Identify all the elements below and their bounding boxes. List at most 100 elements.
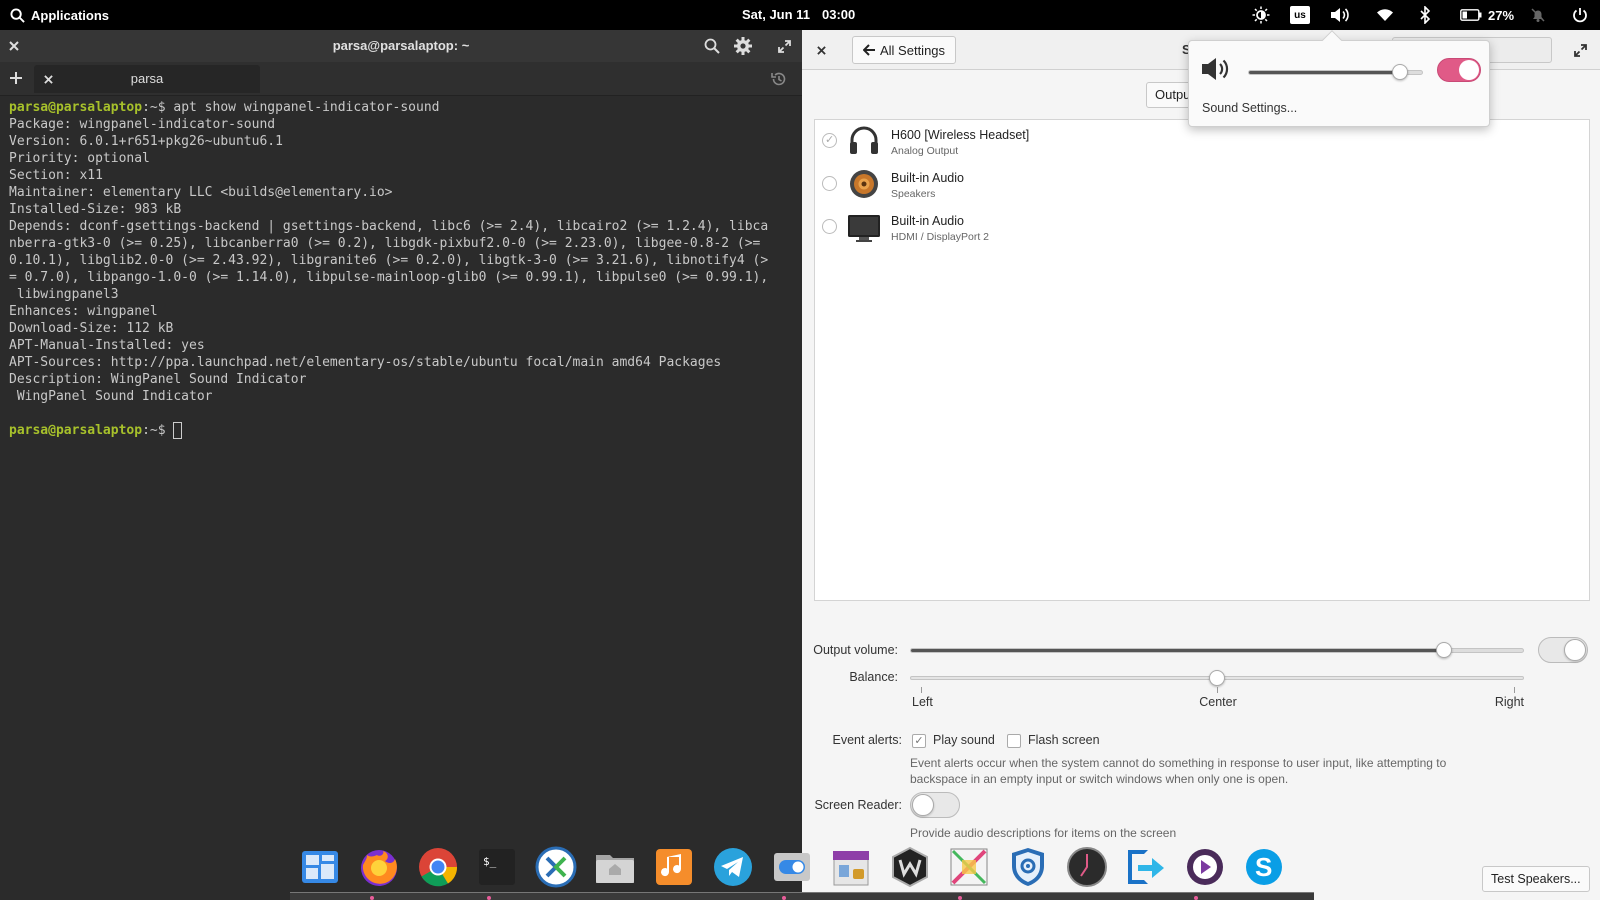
panel-date[interactable]: Sat, Jun 11 (742, 0, 810, 30)
wingpanel-icon[interactable] (886, 843, 933, 890)
output-line: Section: x11 (9, 168, 103, 183)
output-line: = 0.7.0), libpango-1.0-0 (>= 1.14.0), li… (9, 270, 769, 285)
all-settings-label: All Settings (880, 42, 946, 58)
search-icon (10, 7, 25, 23)
output-mute-switch[interactable] (1538, 637, 1588, 663)
terminal-output[interactable]: parsa@parsalaptop :~$ apt show wingpanel-… (9, 99, 768, 439)
sound-indicator-popover: Sound Settings... (1188, 30, 1490, 127)
dock-background (290, 892, 1314, 900)
clock-icon[interactable] (1063, 843, 1110, 890)
output-line: 0.10.1), libglib2.0-0 (>= 2.43.92), libg… (9, 253, 769, 268)
command-text: apt show wingpanel-indicator-sound (173, 100, 440, 115)
search-icon[interactable] (703, 37, 721, 55)
files-icon[interactable] (591, 843, 638, 890)
play-sound-label[interactable]: Play sound (933, 733, 995, 747)
multitasking-view-icon[interactable] (296, 843, 343, 890)
panel-time[interactable]: 03:00 (822, 0, 855, 30)
svg-text:S: S (1255, 852, 1272, 882)
play-sound-checkbox[interactable]: ✓ (912, 734, 926, 748)
device-description: Analog Output (891, 145, 959, 157)
battery-indicator[interactable]: 27% (1455, 0, 1519, 30)
svg-text:$_: $_ (483, 855, 497, 868)
balance-handle[interactable] (1209, 670, 1225, 686)
device-radio[interactable] (822, 133, 837, 148)
security-icon[interactable] (1004, 843, 1051, 890)
screen-reader-switch[interactable] (910, 792, 960, 818)
event-alerts-description: Event alerts occur when the system canno… (910, 756, 1447, 786)
appcenter-icon[interactable] (827, 843, 874, 890)
volume-icon[interactable] (1327, 0, 1353, 30)
dock-running-indicator (487, 896, 491, 900)
volume-high-icon[interactable] (1199, 54, 1233, 84)
output-line: nberra-gtk3-0 (>= 0.25), libcanberra0 (>… (9, 236, 761, 251)
output-volume-slider[interactable] (910, 648, 1524, 653)
flash-screen-label[interactable]: Flash screen (1028, 733, 1100, 747)
device-row[interactable]: Built-in Audio HDMI / DisplayPort 2 (815, 206, 1589, 249)
music-icon[interactable] (650, 843, 697, 890)
prompt-user: parsa@parsalaptop (9, 100, 143, 115)
switch-knob (1459, 60, 1479, 80)
output-line: Installed-Size: 983 kB (9, 202, 182, 217)
switch-knob (1564, 639, 1586, 661)
device-radio[interactable] (822, 176, 837, 191)
skype-icon[interactable]: S (1240, 843, 1287, 890)
speaker-icon (847, 167, 881, 201)
dock: $_ S (296, 843, 1287, 891)
prompt-suffix: :~$ (142, 423, 174, 438)
sound-settings-link[interactable]: Sound Settings... (1202, 101, 1297, 115)
chrome-icon[interactable] (414, 843, 461, 890)
sound-settings-window: All Settings S gs Outpu H600 [Wireless H… (802, 30, 1600, 900)
firefox-icon[interactable] (355, 843, 402, 890)
dock-running-indicator (370, 896, 374, 900)
balance-right-label: Right (1494, 695, 1524, 709)
output-volume-label: Output volume: (813, 643, 898, 657)
text-cursor (173, 422, 183, 439)
telegram-icon[interactable] (709, 843, 756, 890)
gear-icon[interactable] (733, 36, 753, 56)
power-icon[interactable] (1570, 0, 1590, 30)
keyboard-layout-label: us (1290, 6, 1310, 24)
device-description: HDMI / DisplayPort 2 (891, 231, 990, 243)
output-line: Version: 6.0.1+r651+pkg26~ubuntu6.1 (9, 134, 283, 149)
output-line: Description: WingPanel Sound Indicator (9, 372, 307, 387)
close-icon[interactable] (813, 42, 829, 58)
settings-toggle-icon[interactable] (768, 843, 815, 890)
device-name: Built-in Audio (891, 214, 964, 228)
output-line: Maintainer: elementary LLC <builds@eleme… (9, 185, 393, 200)
applications-menu[interactable]: Applications (10, 0, 109, 30)
device-description: Speakers (891, 188, 936, 200)
wifi-icon[interactable] (1374, 0, 1396, 30)
all-settings-button[interactable]: All Settings (852, 36, 957, 64)
terminal-titlebar[interactable]: parsa@parsalaptop: ~ (0, 30, 802, 62)
popover-mute-switch[interactable] (1437, 58, 1481, 82)
transfer-icon[interactable] (1122, 843, 1169, 890)
sketch-icon[interactable] (945, 843, 992, 890)
output-volume-handle[interactable] (1436, 642, 1453, 658)
maximize-icon[interactable] (1572, 42, 1588, 58)
balance-center-label: Center (1199, 695, 1237, 709)
night-light-icon[interactable] (1250, 0, 1272, 30)
flash-screen-checkbox[interactable] (1007, 734, 1021, 748)
output-line: Package: wingpanel-indicator-sound (9, 117, 276, 132)
new-tab-icon[interactable] (8, 70, 24, 86)
test-speakers-button[interactable]: Test Speakers... (1482, 866, 1590, 892)
popover-volume-handle[interactable] (1392, 64, 1409, 80)
terminal-icon[interactable]: $_ (473, 843, 520, 890)
dock-running-indicator (782, 896, 786, 900)
device-row[interactable]: Built-in Audio Speakers (815, 163, 1589, 206)
battery-percent: 27% (1487, 7, 1515, 23)
maximize-icon[interactable] (776, 38, 792, 54)
screen-reader-description: Provide audio descriptions for items on … (910, 826, 1177, 840)
balance-label: Balance: (849, 670, 898, 684)
dock-running-indicator (958, 896, 962, 900)
device-radio[interactable] (822, 219, 837, 234)
balance-tick-right (1514, 687, 1515, 693)
keyboard-layout-indicator[interactable]: us (1289, 0, 1311, 30)
remote-desktop-icon[interactable] (532, 843, 579, 890)
notifications-off-icon[interactable] (1528, 0, 1548, 30)
bluetooth-icon[interactable] (1416, 0, 1434, 30)
videos-icon[interactable] (1181, 843, 1228, 890)
history-icon[interactable] (770, 70, 788, 88)
terminal-tab[interactable]: parsa (34, 65, 260, 93)
